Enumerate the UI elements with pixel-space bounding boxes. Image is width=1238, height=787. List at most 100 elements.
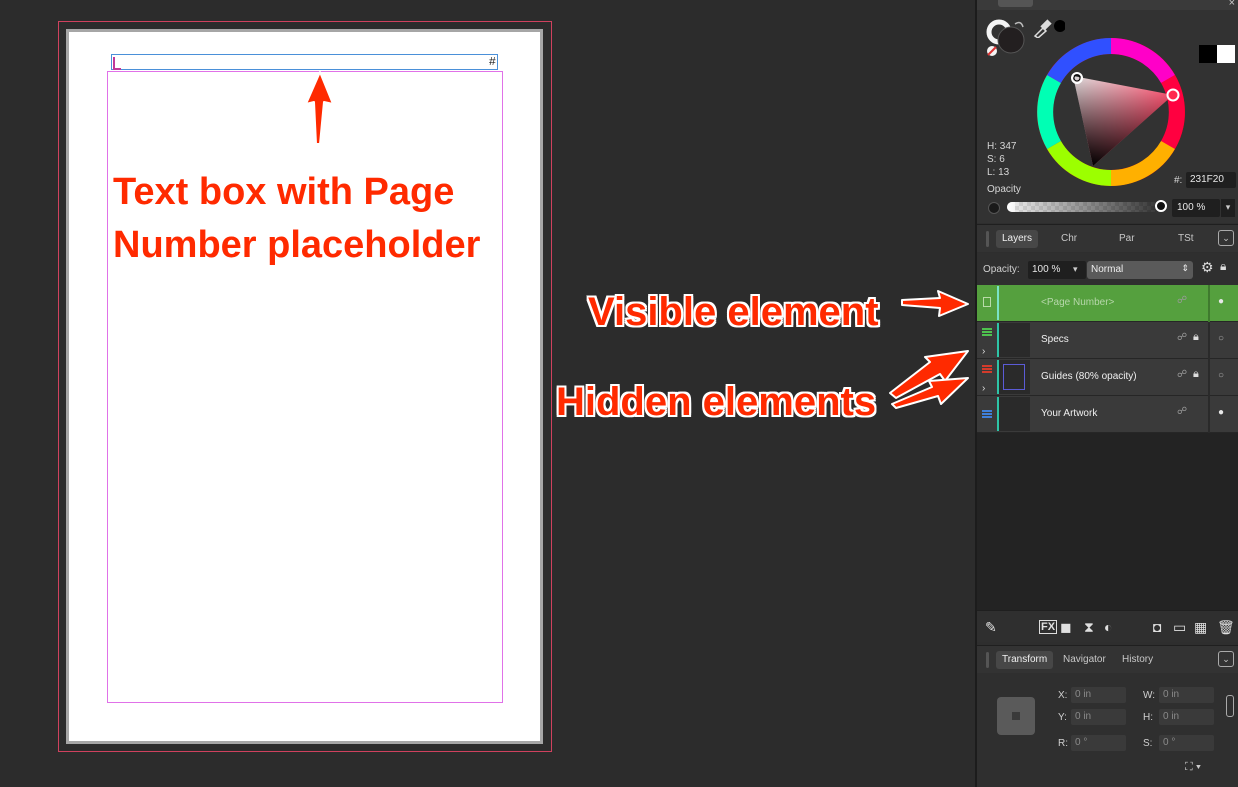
trash-icon[interactable]: 🗑︎ [1217, 619, 1235, 636]
annotation-visible: Visible element [588, 290, 879, 334]
tab-character[interactable]: Chr [1055, 230, 1083, 248]
panel-tab[interactable] [998, 0, 1033, 7]
layer-thumbnail [997, 360, 1030, 394]
layer-name: Your Artwork [1041, 408, 1098, 419]
arrow-right-icon [891, 377, 969, 409]
layer-opacity-label: Opacity: [983, 264, 1020, 275]
divider [1208, 396, 1210, 433]
hex-label: #: [1174, 175, 1183, 186]
chevron-right-icon[interactable]: › [982, 383, 985, 394]
y-label: Y: [1058, 712, 1067, 723]
hsl-readout: H: 347 S: 6 L: 13 [987, 140, 1016, 179]
layer-row-your-artwork[interactable]: Your Artwork ☍ ● [977, 396, 1238, 433]
link-proportions-icon[interactable] [1226, 695, 1234, 717]
w-input[interactable]: 0 in [1159, 687, 1214, 703]
color-tag-icon [982, 328, 992, 336]
tab-layers[interactable]: Layers [996, 230, 1039, 248]
transform-options-icon[interactable]: ⛶ ▾ [1185, 761, 1201, 774]
fx-icon[interactable]: FX [1039, 620, 1058, 634]
divider [1208, 285, 1210, 322]
layer-row-page-number[interactable]: <Page Number> ☍ ● [977, 285, 1238, 322]
chevron-down-icon[interactable]: ⌄ [1218, 230, 1234, 246]
layer-name: <Page Number> [1041, 297, 1115, 308]
live-filter-icon[interactable]: ◐ [1104, 619, 1112, 635]
swatch-pair[interactable] [1199, 45, 1235, 63]
close-icon[interactable]: × [1229, 0, 1235, 9]
lock-icon[interactable]: 🔒︎ [1220, 259, 1226, 274]
opacity-reset-button[interactable] [988, 202, 1000, 214]
eye-icon[interactable]: ● [1218, 407, 1224, 418]
transform-panel: X: 0 in W: 0 in Y: 0 in H: 0 in R: 0 ° S… [977, 673, 1238, 787]
shear-label: S: [1143, 738, 1153, 749]
h-label: H: [1143, 712, 1153, 723]
hex-input[interactable]: 231F20 [1186, 172, 1236, 188]
edit-layer-icon[interactable]: ✎ [985, 619, 997, 636]
transform-tab-bar: Transform Navigator History ⌄ [977, 645, 1238, 673]
rotation-input[interactable]: 0 ° [1071, 735, 1126, 751]
chevron-down-icon[interactable]: ⌄ [1218, 651, 1234, 667]
lock-icon[interactable]: 🔒︎ [1193, 368, 1199, 381]
panel-top-strip: × [977, 0, 1238, 10]
panel-grip[interactable] [986, 231, 989, 247]
link-icon[interactable]: ☍ [1177, 406, 1187, 417]
color-panel: H: 347 S: 6 L: 13 Opacity #: 231F20 100 … [977, 10, 1238, 223]
lightness-value: L: 13 [987, 167, 1010, 178]
layer-thumbnail [997, 286, 1030, 320]
text-frame-icon [983, 297, 991, 307]
layers-bottom-toolbar: ✎ FX ◼ ⧗ ◐ ◘ ▭ ▦ 🗑︎ [977, 610, 1238, 642]
checker-icon[interactable]: ▦ [1194, 619, 1207, 636]
document-canvas[interactable]: # Text box with Page Number placeholder … [0, 0, 975, 787]
blend-mode-value: Normal [1091, 264, 1124, 275]
link-icon[interactable]: ☍ [1177, 369, 1187, 380]
layer-row-specs[interactable]: › Specs ☍ 🔒︎ ○ [977, 322, 1238, 359]
w-label: W: [1143, 690, 1156, 701]
chevron-down-icon[interactable]: ▾ [1073, 261, 1085, 279]
chevron-right-icon[interactable]: › [982, 346, 985, 357]
folder-icon[interactable]: ▭ [1173, 619, 1186, 636]
color-tag-icon [982, 365, 992, 373]
annotation-hidden: Hidden elements [556, 380, 877, 424]
tab-text-styles[interactable]: TSt [1172, 230, 1200, 248]
chevron-down-icon[interactable]: ▾ [1221, 199, 1235, 217]
eye-hidden-icon[interactable]: ○ [1218, 333, 1224, 344]
x-input[interactable]: 0 in [1071, 687, 1126, 703]
arrow-right-icon [901, 290, 969, 317]
adjustment-icon[interactable]: ⧗ [1084, 619, 1094, 636]
y-input[interactable]: 0 in [1071, 709, 1126, 725]
fill-stroke-icon[interactable] [985, 18, 1035, 58]
h-input[interactable]: 0 in [1159, 709, 1214, 725]
panel-grip[interactable] [986, 652, 989, 668]
tab-paragraph[interactable]: Par [1113, 230, 1141, 248]
eye-hidden-icon[interactable]: ○ [1218, 370, 1224, 381]
x-label: X: [1058, 690, 1068, 701]
link-icon[interactable]: ☍ [1177, 332, 1187, 343]
color-wheel[interactable] [1033, 34, 1189, 190]
anchor-point-selector[interactable] [997, 697, 1035, 735]
layer-row-guides[interactable]: › Guides (80% opacity) ☍ 🔒︎ ○ [977, 359, 1238, 396]
opacity-slider[interactable] [1007, 202, 1164, 212]
annotation-textbox: Text box with Page Number placeholder [113, 171, 481, 266]
hue-value: H: 347 [987, 141, 1017, 152]
arrow-right-icon [889, 350, 969, 399]
lock-icon[interactable]: 🔒︎ [1193, 331, 1199, 344]
tab-history[interactable]: History [1116, 651, 1159, 669]
tab-transform[interactable]: Transform [996, 651, 1054, 669]
layer-name: Specs [1041, 334, 1069, 345]
tab-navigator[interactable]: Navigator [1057, 651, 1112, 669]
mask-icon[interactable]: ◼ [1060, 619, 1072, 636]
opacity-input[interactable]: 100 % [1172, 199, 1220, 217]
link-icon[interactable]: ☍ [1177, 295, 1187, 306]
opacity-slider-knob[interactable] [1155, 200, 1167, 212]
page-number-text-box[interactable]: # [111, 54, 498, 70]
gear-icon[interactable]: ⚙ [1201, 259, 1214, 276]
text-caret-handle[interactable] [113, 57, 121, 70]
updown-icon: ⇕ [1181, 263, 1189, 273]
add-pixel-layer-icon[interactable]: ◘ [1153, 619, 1161, 635]
layer-name: Guides (80% opacity) [1041, 371, 1137, 382]
blend-mode-select[interactable]: Normal ⇕ [1087, 261, 1193, 279]
shear-input[interactable]: 0 ° [1159, 735, 1214, 751]
saturation-value: S: 6 [987, 154, 1005, 165]
layers-tab-bar: Layers Chr Par TSt ⌄ [977, 224, 1238, 252]
eye-icon[interactable]: ● [1218, 296, 1224, 307]
app-window: # Text box with Page Number placeholder … [0, 0, 1238, 787]
